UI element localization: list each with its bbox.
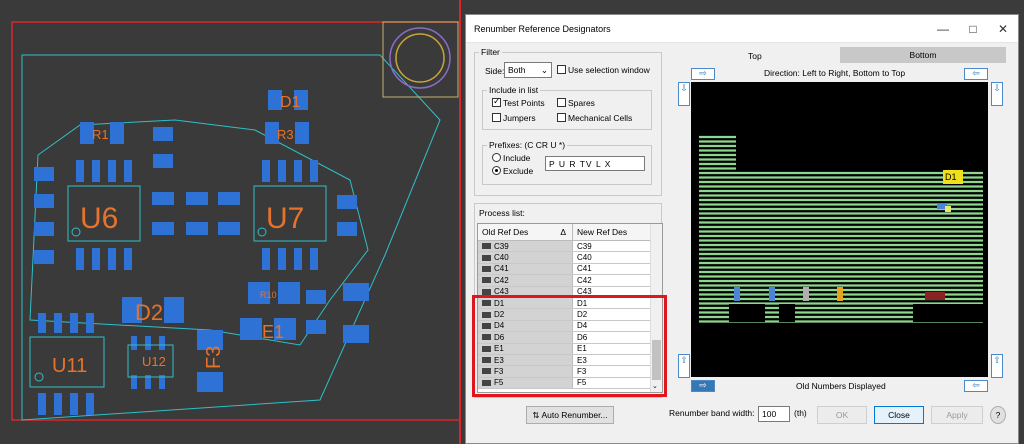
apply-button[interactable]: Apply [931, 406, 983, 424]
table-row[interactable]: C41 C41 [478, 263, 662, 276]
help-icon[interactable]: ? [990, 406, 1006, 424]
test-points-label: Test Points [503, 98, 545, 108]
band-width-input[interactable]: 100 [758, 406, 790, 422]
exclude-radio[interactable] [492, 166, 501, 175]
preview-tag-d1: D1 [945, 172, 957, 182]
tab-bottom[interactable]: Bottom [840, 47, 1006, 63]
table-header: Old Ref Des Δ New Ref Des [478, 224, 662, 241]
col-old-label: Old Ref Des [482, 227, 529, 237]
include-radio-label: Include [503, 153, 531, 163]
component-icon [482, 277, 491, 284]
jumpers-label: Jumpers [503, 113, 536, 123]
test-points-checkbox[interactable] [492, 96, 501, 107]
maximize-icon[interactable]: □ [958, 22, 988, 36]
component-icon [482, 243, 491, 250]
auto-renumber-button[interactable]: ⇅ Auto Renumber... [526, 406, 614, 424]
include-in-list-label: Include in list [487, 85, 541, 95]
new-ref-des-cell: C40 [577, 253, 592, 263]
old-ref-des-cell: C41 [478, 263, 573, 275]
close-icon[interactable]: ✕ [988, 22, 1018, 36]
preview-canvas: D1 [691, 82, 988, 377]
arrow-up-icon[interactable]: ⇧ [678, 354, 690, 378]
pcb-label-d1: D1 [280, 94, 301, 111]
side-select[interactable]: Both ⌄ [504, 62, 552, 78]
svg-text:U11: U11 [52, 355, 87, 377]
table-row[interactable]: C39 C39 [478, 241, 662, 253]
include-in-list-group [482, 90, 652, 130]
preview-bands: D1 [699, 135, 983, 323]
svg-text:D2: D2 [135, 300, 163, 325]
band-width-unit: (th) [794, 408, 807, 418]
old-ref-des-cell: C39 [478, 241, 573, 252]
chevron-down-icon: ⌄ [540, 65, 548, 75]
exclude-radio-label: Exclude [503, 166, 534, 176]
side-select-value: Both [508, 65, 526, 75]
old-ref-des-text: C39 [494, 241, 509, 251]
prefixes-label: Prefixes: (C CR U *) [487, 140, 568, 150]
direction-text: Direction: Left to Right, Bottom to Top [764, 68, 906, 78]
highlight-box [472, 295, 667, 397]
svg-text:R1: R1 [92, 127, 109, 142]
side-label: Side: [485, 66, 505, 76]
svg-text:U12: U12 [142, 354, 166, 369]
arrow-right-icon[interactable]: ⇨ [691, 68, 715, 80]
arrow-right-selected-icon[interactable]: ⇨ [691, 380, 715, 392]
filter-group-label: Filter [479, 47, 502, 57]
prefixes-input[interactable]: P U R TV L X [545, 156, 645, 171]
old-ref-des-cell: C42 [478, 275, 573, 286]
col-new-ref-des[interactable]: New Ref Des [573, 224, 652, 240]
old-ref-des-text: C42 [494, 275, 509, 285]
table-row[interactable]: C42 C42 [478, 275, 662, 287]
svg-text:R10: R10 [260, 290, 277, 300]
spares-label: Spares [568, 98, 595, 108]
col-old-ref-des[interactable]: Old Ref Des Δ [478, 224, 573, 240]
old-ref-des-text: C40 [494, 253, 509, 263]
component-icon [482, 254, 491, 261]
component-icon [482, 288, 491, 295]
svg-text:R3: R3 [277, 127, 294, 142]
arrow-left-icon[interactable]: ⇦ [964, 68, 988, 80]
arrow-down-icon[interactable]: ⇩ [678, 82, 690, 106]
svg-text:F3: F3 [203, 346, 225, 369]
spares-checkbox[interactable] [557, 98, 566, 107]
svg-text:E1: E1 [262, 322, 284, 342]
minimize-icon[interactable]: — [928, 22, 958, 36]
jumpers-checkbox[interactable] [492, 113, 501, 122]
new-ref-des-cell: C41 [577, 264, 592, 274]
old-numbers-text: Old Numbers Displayed [796, 381, 886, 391]
close-button[interactable]: Close [874, 406, 924, 424]
new-ref-des-cell: C39 [577, 241, 592, 251]
renumber-icon: ⇅ [532, 410, 540, 420]
pcb-layout: D1 R1 R3 U6 U7 D2 R10 E1 U11 U12 F3 [11, 0, 461, 444]
arrow-up-right-icon[interactable]: ⇧ [991, 354, 1003, 378]
include-radio[interactable] [492, 153, 501, 162]
mechanical-cells-checkbox[interactable] [557, 113, 566, 122]
dialog-titlebar: Renumber Reference Designators — □ ✕ [466, 15, 1018, 43]
band-width-label: Renumber band width: [669, 408, 755, 418]
tab-top[interactable]: Top [748, 51, 762, 61]
svg-text:U6: U6 [80, 202, 118, 235]
new-ref-des-cell: C42 [577, 275, 592, 285]
svg-text:U7: U7 [266, 202, 304, 235]
sort-icon: Δ [560, 227, 566, 237]
old-ref-des-text: C41 [494, 264, 509, 274]
auto-renumber-label: Auto Renumber... [541, 410, 608, 420]
arrow-down-right-icon[interactable]: ⇩ [991, 82, 1003, 106]
arrow-left-bottom-icon[interactable]: ⇦ [964, 380, 988, 392]
pcb-canvas[interactable]: D1 R1 R3 U6 U7 D2 R10 E1 U11 U12 F3 [0, 0, 463, 444]
use-selection-window-checkbox[interactable] [557, 65, 566, 74]
component-icon [482, 265, 491, 272]
ok-button[interactable]: OK [817, 406, 867, 424]
old-ref-des-cell: C40 [478, 252, 573, 263]
process-list-label: Process list: [479, 208, 525, 218]
dialog-title: Renumber Reference Designators [474, 23, 611, 34]
use-selection-window-label: Use selection window [568, 65, 650, 75]
table-row[interactable]: C40 C40 [478, 252, 662, 264]
mechanical-cells-label: Mechanical Cells [568, 113, 633, 123]
